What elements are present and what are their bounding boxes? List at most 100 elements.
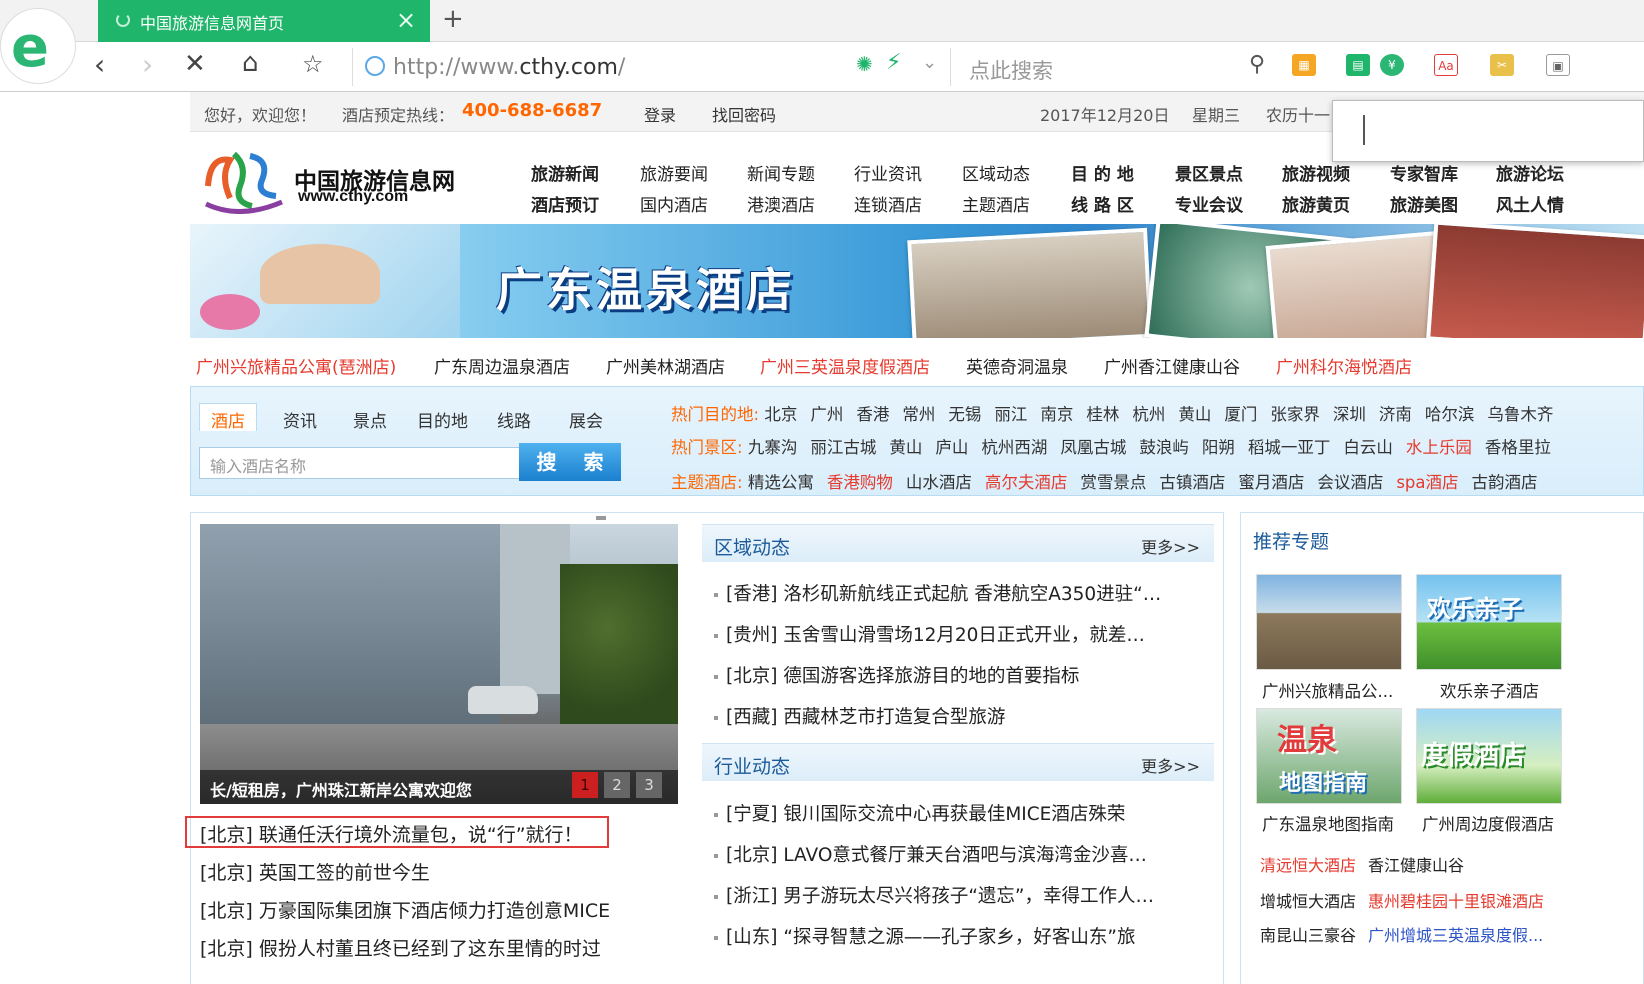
hot-link[interactable]: 九寨沟	[748, 438, 798, 457]
industry-item[interactable]: [北京] LAVO意式餐厅兼天台酒吧与滨海湾金沙喜…	[714, 841, 1204, 867]
hot-link[interactable]: 无锡	[948, 405, 981, 424]
thumb-caption[interactable]: 欢乐亲子酒店	[1440, 678, 1539, 702]
nav-row2-item[interactable]: 专业会议	[1175, 191, 1243, 216]
address-bar[interactable]: http://www.cthy.com/	[352, 48, 842, 86]
hot-link[interactable]: 水上乐园	[1406, 438, 1472, 457]
slide-page-2[interactable]: 2	[604, 772, 630, 798]
news-link[interactable]: [北京] 假扮人村董且终已经到了这东里情的时过	[200, 934, 601, 961]
home-icon[interactable]: ⌂	[242, 48, 259, 78]
login-link[interactable]: 登录	[644, 102, 676, 126]
nav-row2-item[interactable]: 旅游黄页	[1282, 191, 1350, 216]
tab-close-icon[interactable]: ×	[396, 6, 416, 34]
favorite-star-icon[interactable]: ☆	[302, 50, 324, 78]
hot-link[interactable]: 广州	[810, 405, 843, 424]
recommend-link[interactable]: 南昆山三豪谷	[1260, 922, 1356, 946]
hot-link[interactable]: 杭州西湖	[981, 438, 1047, 457]
industry-more-link[interactable]: 更多>>	[1141, 753, 1200, 777]
hot-link[interactable]: 丽江古城	[810, 438, 876, 457]
industry-item[interactable]: [山东] “探寻智慧之源——孔子家乡，好客山东”旅	[714, 923, 1204, 949]
hot-link[interactable]: 黄山	[889, 438, 922, 457]
thumb-caption[interactable]: 广州兴旅精品公...	[1262, 678, 1393, 702]
more-tools-icon[interactable]: ▣	[1546, 54, 1570, 76]
regional-item[interactable]: [北京] 德国游客选择旅游目的地的首要指标	[714, 662, 1204, 688]
translate-icon[interactable]: Aa	[1434, 54, 1458, 76]
browser-logo-icon[interactable]: e	[0, 8, 76, 84]
recommend-link[interactable]: 广州增城三英温泉度假...	[1368, 922, 1543, 946]
nav-row1-item[interactable]: 新闻专题	[747, 160, 815, 185]
hot-link[interactable]: 古韵酒店	[1472, 473, 1538, 492]
hot-hotel-link[interactable]: 广州美林湖酒店	[606, 353, 725, 378]
news-link[interactable]: [北京] 英国工签的前世今生	[200, 858, 430, 885]
nav-row2-item[interactable]: 主题酒店	[962, 191, 1030, 216]
nav-row2-item[interactable]: 线 路 区	[1071, 191, 1134, 216]
recommend-link[interactable]: 增城恒大酒店	[1260, 888, 1356, 912]
hot-link[interactable]: 南京	[1040, 405, 1073, 424]
hot-link[interactable]: 乌鲁木齐	[1487, 405, 1553, 424]
hot-link[interactable]: 丽江	[994, 405, 1027, 424]
thumb-caption[interactable]: 广州周边度假酒店	[1422, 811, 1554, 835]
nav-row2-item[interactable]: 旅游美图	[1390, 191, 1458, 216]
nav-row1-item[interactable]: 景区景点	[1175, 160, 1243, 185]
nav-row2-item[interactable]: 风土人情	[1496, 191, 1564, 216]
hot-hotel-link[interactable]: 英德奇洞温泉	[966, 353, 1068, 378]
recommend-link[interactable]: 惠州碧桂园十里银滩酒店	[1368, 888, 1544, 912]
hot-link[interactable]: 精选公寓	[748, 473, 814, 492]
hot-link[interactable]: 稻城一亚丁	[1248, 438, 1331, 457]
hot-link[interactable]: 杭州	[1132, 405, 1165, 424]
back-icon[interactable]: ‹	[94, 48, 105, 81]
hot-link[interactable]: 常州	[902, 405, 935, 424]
search-tab[interactable]: 景点	[353, 407, 387, 432]
search-tab[interactable]: 展会	[569, 407, 603, 432]
slide-page-3[interactable]: 3	[636, 772, 662, 798]
recommend-link[interactable]: 香江健康山谷	[1368, 852, 1464, 876]
regional-more-link[interactable]: 更多>>	[1141, 534, 1200, 558]
thumb-resort[interactable]: 度假酒店	[1416, 708, 1562, 804]
hot-link[interactable]: 蜜月酒店	[1238, 473, 1304, 492]
hot-link[interactable]: 深圳	[1333, 405, 1366, 424]
hot-hotel-link[interactable]: 广州兴旅精品公寓(琶洲店)	[196, 353, 396, 378]
hot-link[interactable]: 凤凰古城	[1060, 438, 1126, 457]
hot-link[interactable]: 桂林	[1086, 405, 1119, 424]
nav-row1-item[interactable]: 旅游新闻	[531, 160, 599, 185]
browser-search-box[interactable]: 点此搜索 ⚲	[950, 48, 1270, 86]
hot-link[interactable]: 鼓浪屿	[1139, 438, 1189, 457]
industry-item[interactable]: [浙江] 男子游玩太尽兴将孩子“遗忘”，幸得工作人…	[714, 882, 1204, 908]
thumb-caption[interactable]: 广东温泉地图指南	[1262, 811, 1394, 835]
hot-link[interactable]: 哈尔滨	[1425, 405, 1475, 424]
hot-link[interactable]: 高尔夫酒店	[985, 473, 1068, 492]
slide-page-1[interactable]: 1	[572, 772, 598, 798]
hot-link[interactable]: 香格里拉	[1485, 438, 1551, 457]
hot-link[interactable]: 古镇酒店	[1159, 473, 1225, 492]
hot-link[interactable]: 山水酒店	[906, 473, 972, 492]
hot-link[interactable]: 张家界	[1270, 405, 1320, 424]
regional-item[interactable]: [西藏] 西藏林芝市打造复合型旅游	[714, 703, 1204, 729]
regional-item[interactable]: [香港] 洛杉矶新航线正式起航 香港航空A350进驻“…	[714, 580, 1204, 606]
chevron-down-icon[interactable]: ⌄	[922, 52, 937, 73]
search-tab[interactable]: 酒店	[199, 403, 257, 432]
hot-link[interactable]: 厦门	[1224, 405, 1257, 424]
industry-item[interactable]: [宁夏] 银川国际交流中心再获最佳MICE酒店殊荣	[714, 800, 1204, 826]
hot-link[interactable]: 济南	[1379, 405, 1412, 424]
search-icon[interactable]: ⚲	[1249, 52, 1265, 77]
dropdown-popup[interactable]	[1332, 100, 1644, 162]
hot-link[interactable]: 香港购物	[827, 473, 893, 492]
nav-row1-item[interactable]: 区域动态	[962, 160, 1030, 185]
hot-link[interactable]: 香港	[856, 405, 889, 424]
screenshot-icon[interactable]: ✂	[1490, 54, 1514, 76]
browser-tab-active[interactable]: 中国旅游信息网首页 ×	[98, 0, 430, 42]
nav-row1-item[interactable]: 旅游要闻	[640, 160, 708, 185]
nav-row2-item[interactable]: 国内酒店	[640, 191, 708, 216]
recover-password-link[interactable]: 找回密码	[712, 102, 776, 126]
nav-row1-item[interactable]: 旅游论坛	[1496, 160, 1564, 185]
hot-link[interactable]: 白云山	[1343, 438, 1393, 457]
nav-row1-item[interactable]: 旅游视频	[1282, 160, 1350, 185]
nav-row2-item[interactable]: 港澳酒店	[747, 191, 815, 216]
hot-hotel-link[interactable]: 广州科尔海悦酒店	[1276, 353, 1412, 378]
search-tab[interactable]: 目的地	[417, 407, 468, 432]
nav-row2-item[interactable]: 酒店预订	[531, 191, 599, 216]
nav-row1-item[interactable]: 目 的 地	[1071, 160, 1134, 185]
address-url[interactable]: http://www.cthy.com/	[393, 55, 625, 80]
thumb-hotspring-map[interactable]: 温泉 地图指南	[1256, 708, 1402, 804]
hot-hotel-link[interactable]: 广州香江健康山谷	[1104, 353, 1240, 378]
regional-item[interactable]: [贵州] 玉舍雪山滑雪场12月20日正式开业，就差…	[714, 621, 1204, 647]
